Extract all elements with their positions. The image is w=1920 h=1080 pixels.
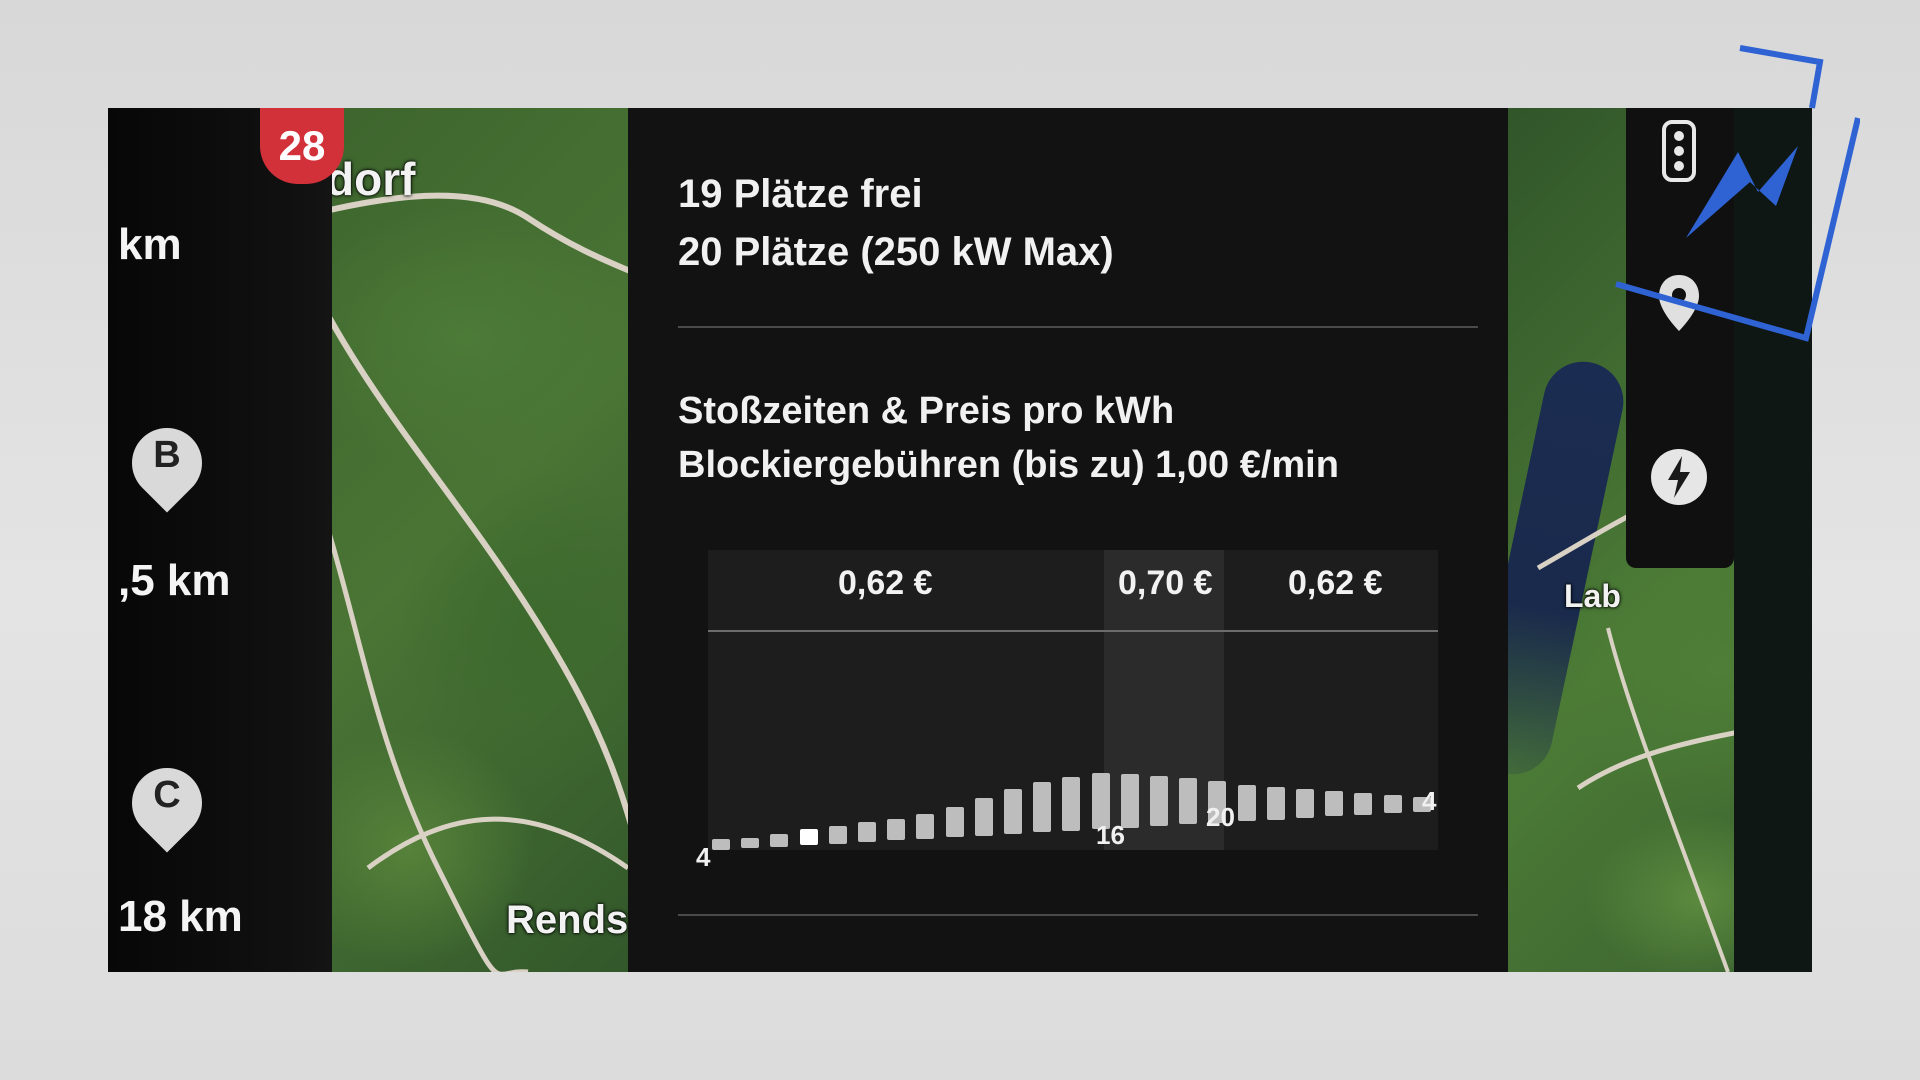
busyness-bar [887, 818, 906, 841]
route-sidebar: km B ,5 km C 18 km [108, 108, 332, 972]
busyness-bar [1325, 791, 1344, 817]
busyness-bar [1237, 785, 1256, 822]
busyness-bar [945, 806, 964, 838]
busyness-bar [828, 825, 847, 844]
pricing-title: Stoßzeiten & Preis pro kWh [678, 390, 1175, 432]
busyness-bar [1062, 776, 1081, 831]
busyness-bar [1296, 789, 1314, 818]
hour-label: 20 [1206, 802, 1235, 832]
busy-times-chart: 0,62 € 0,70 € 0,62 € 4 16 20 4 [696, 528, 1438, 888]
hour-label: 4 [696, 842, 711, 872]
busyness-bar [916, 813, 935, 839]
waypoint-letter: B [153, 433, 181, 476]
charger-info-panel: 19 Plätze frei 20 Plätze (250 kW Max) St… [628, 108, 1508, 972]
chart-price-line [708, 630, 1438, 632]
waypoint-letter: C [153, 773, 181, 816]
hour-label: 16 [1096, 820, 1125, 850]
waypoint-distance: 18 km [118, 892, 243, 941]
charger-filter-button[interactable] [1644, 442, 1714, 512]
busyness-bar [1383, 795, 1402, 814]
route-number-badge[interactable]: 28 [260, 108, 344, 184]
panel-divider [678, 914, 1478, 916]
busyness-bar [1033, 782, 1052, 833]
blocking-fee: Blockiergebühren (bis zu) 1,00 €/min [678, 444, 1339, 486]
waypoint-distance: ,5 km [118, 556, 231, 605]
price-label-early: 0,62 € [838, 564, 933, 602]
screen-photo: dorf Rendsbur Lab Sc km B ,5 km C 18 km … [108, 108, 1812, 972]
busyness-bar [1150, 775, 1168, 826]
available-stalls: 19 Plätze frei [678, 172, 923, 216]
busyness-bar [858, 822, 876, 842]
total-stalls: 20 Plätze (250 kW Max) [678, 230, 1114, 274]
busyness-bar [770, 834, 789, 847]
busyness-bar [712, 839, 730, 850]
waypoint-distance: km [118, 220, 182, 269]
busyness-bars [708, 760, 1438, 850]
map-place-label: Lab [1564, 578, 1621, 614]
busyness-bar [1179, 777, 1198, 825]
panel-divider [678, 326, 1478, 328]
busyness-bar [1266, 787, 1285, 820]
price-label-late: 0,62 € [1288, 564, 1383, 602]
map-logo-icon [1615, 45, 1860, 342]
busyness-bar [741, 837, 760, 849]
busyness-bar [974, 797, 993, 836]
hour-label: 4 [1422, 786, 1437, 816]
busyness-bar [799, 829, 818, 846]
charging-bolt-icon [1651, 449, 1707, 505]
price-label-peak: 0,70 € [1118, 564, 1213, 602]
busyness-bar [1354, 793, 1373, 815]
busyness-bar [1004, 789, 1022, 834]
